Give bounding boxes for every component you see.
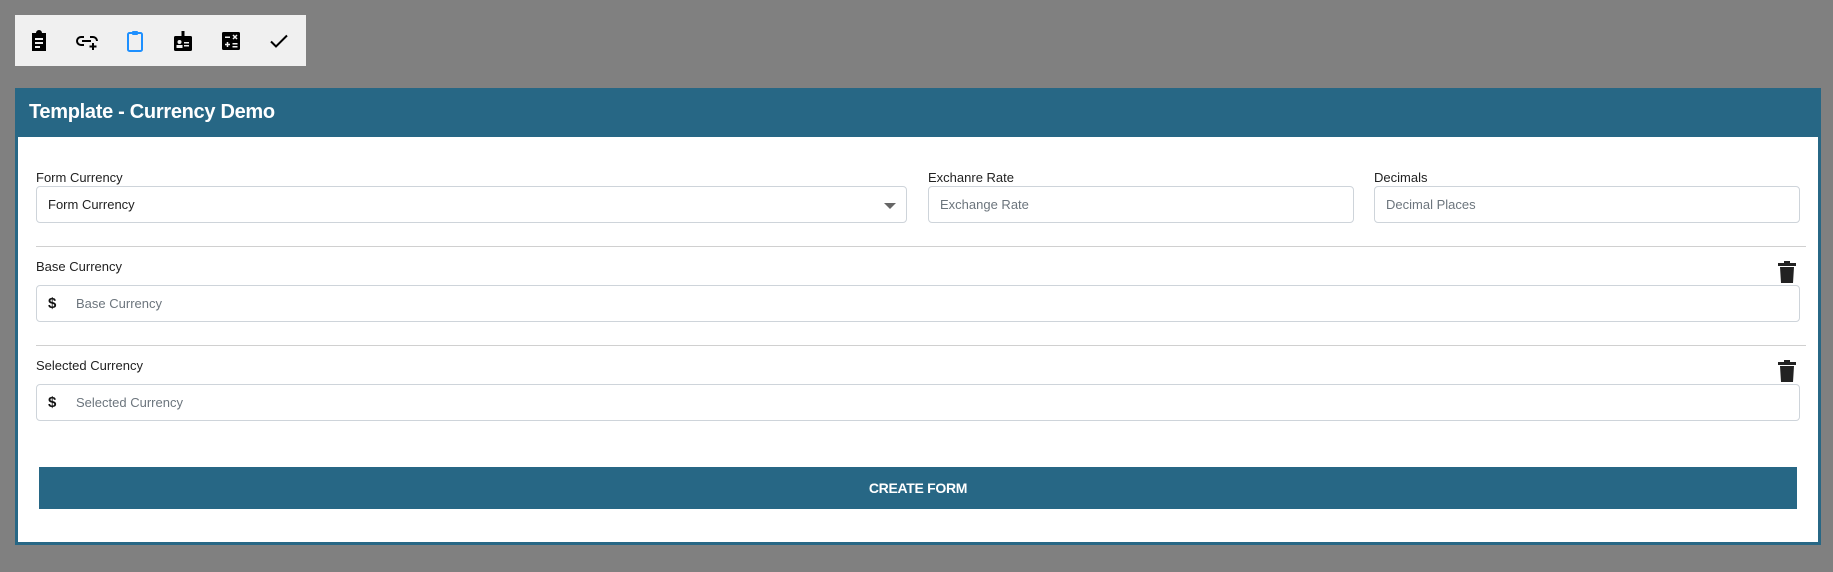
base-currency-label: Base Currency — [36, 259, 122, 274]
divider — [36, 246, 1806, 247]
dollar-icon: $ — [48, 394, 57, 411]
card-body: Form Currency Form Currency Exchanre Rat… — [18, 137, 1818, 542]
clipboard-list-button[interactable] — [15, 15, 63, 66]
form-card: Template - Currency Demo Form Currency F… — [15, 88, 1821, 545]
exchange-rate-label: Exchanre Rate — [928, 170, 1014, 185]
form-currency-label: Form Currency — [36, 170, 123, 185]
clipboard-button[interactable] — [111, 15, 159, 66]
base-currency-placeholder: Base Currency — [76, 296, 162, 311]
dollar-icon: $ — [48, 295, 57, 312]
form-currency-select[interactable]: Form Currency — [36, 186, 907, 223]
id-badge-icon — [174, 30, 192, 51]
divider — [36, 345, 1806, 346]
calculator-icon — [222, 31, 240, 50]
chevron-down-icon — [884, 203, 896, 209]
clipboard-icon — [127, 30, 143, 52]
exchange-rate-input[interactable]: Exchange Rate — [928, 186, 1354, 223]
link-add-button[interactable] — [63, 15, 111, 66]
toolbar — [15, 15, 306, 66]
clipboard-list-icon — [32, 29, 46, 51]
selected-currency-input[interactable]: $ Selected Currency — [36, 384, 1800, 421]
form-currency-value: Form Currency — [48, 197, 135, 212]
checkmark-icon — [270, 34, 288, 48]
check-button[interactable] — [255, 15, 303, 66]
create-form-button[interactable]: CREATE FORM — [39, 467, 1797, 509]
selected-currency-label: Selected Currency — [36, 358, 143, 373]
trash-icon[interactable] — [1778, 360, 1796, 382]
exchange-rate-placeholder: Exchange Rate — [940, 197, 1029, 212]
calculator-button[interactable] — [207, 15, 255, 66]
decimals-label: Decimals — [1374, 170, 1428, 185]
decimals-input[interactable]: Decimal Places — [1374, 186, 1800, 223]
id-badge-button[interactable] — [159, 15, 207, 66]
decimals-placeholder: Decimal Places — [1386, 197, 1476, 212]
link-add-icon — [76, 35, 98, 50]
trash-icon[interactable] — [1778, 261, 1796, 283]
base-currency-input[interactable]: $ Base Currency — [36, 285, 1800, 322]
card-title: Template - Currency Demo — [29, 101, 275, 123]
selected-currency-placeholder: Selected Currency — [76, 395, 183, 410]
